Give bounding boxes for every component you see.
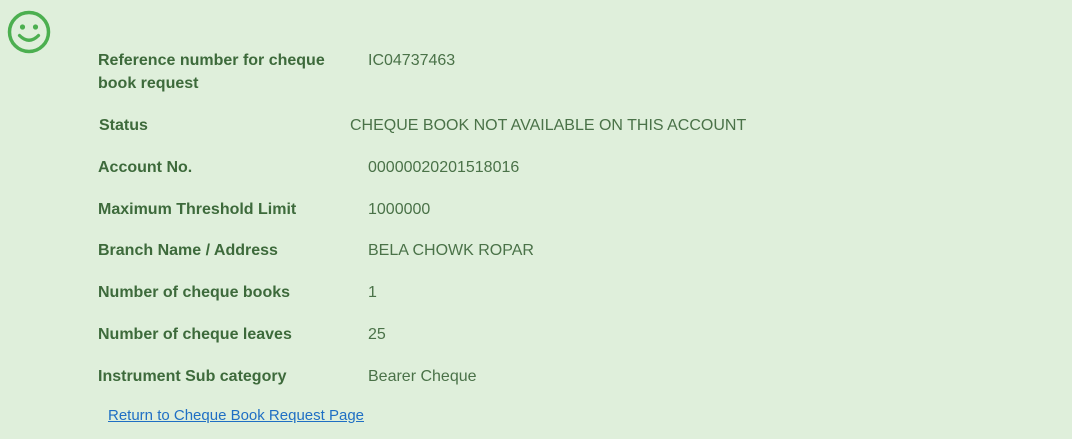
sub-category-label: Instrument Sub category — [98, 368, 287, 385]
cheque-leaves-value: 25 — [368, 326, 386, 343]
cheque-leaves-label: Number of cheque leaves — [98, 326, 292, 343]
reference-label: Reference number for cheque book request — [98, 52, 325, 92]
return-to-request-link[interactable]: Return to Cheque Book Request Page — [108, 406, 364, 426]
threshold-label: Maximum Threshold Limit — [98, 201, 297, 218]
account-value: 00000020201518016 — [368, 159, 520, 176]
reference-value: IC04737463 — [368, 52, 456, 69]
account-label: Account No. — [98, 159, 193, 176]
branch-value: BELA CHOWK ROPAR — [368, 242, 534, 259]
status-label: Status — [99, 117, 148, 134]
cheque-books-value: 1 — [368, 284, 377, 301]
cheque-books-label: Number of cheque books — [98, 284, 291, 301]
sub-category-value: Bearer Cheque — [368, 368, 477, 385]
branch-label: Branch Name / Address — [98, 242, 278, 259]
cheque-request-details: Reference number for cheque book request… — [0, 0, 1072, 439]
threshold-value: 1000000 — [368, 201, 431, 218]
status-value: CHEQUE BOOK NOT AVAILABLE ON THIS ACCOUN… — [350, 117, 747, 134]
